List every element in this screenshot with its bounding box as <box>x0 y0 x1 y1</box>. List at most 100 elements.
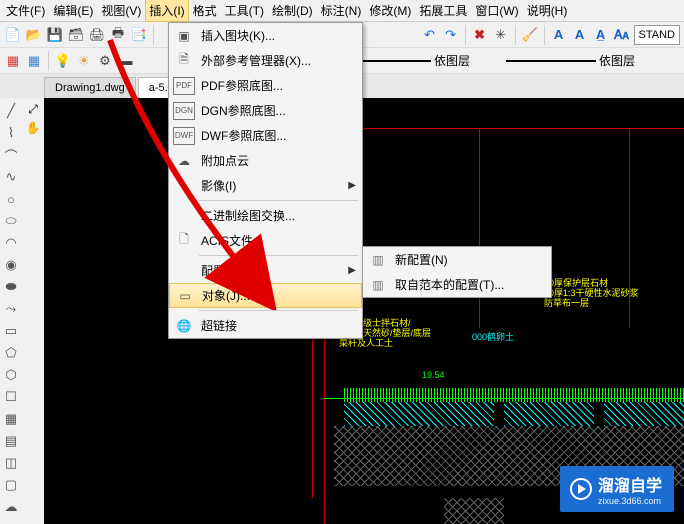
polygon-icon[interactable]: ⬠ <box>2 344 20 362</box>
submenu-arrow-icon: ▶ <box>348 180 356 191</box>
region-icon[interactable]: ◫ <box>2 454 20 472</box>
block-icon: ▣ <box>173 27 195 45</box>
gradient-icon[interactable]: ▤ <box>2 432 20 450</box>
menu-annotate[interactable]: 标注(N) <box>317 0 366 22</box>
fireworks-icon[interactable]: ✳ <box>492 26 510 44</box>
grass-hatch <box>344 388 684 402</box>
ellipse-icon[interactable]: ⬭ <box>2 212 20 230</box>
menu-pdf-underlay[interactable]: PDF PDF参照底图... <box>169 73 362 98</box>
annotation-text-3: 000鹤卵土 <box>472 330 514 343</box>
annotation-text-1: 00厚保护层石材 00厚1:3干硬性水泥砂浆 防草布一层 <box>544 278 639 308</box>
menu-binary-exchange[interactable]: 二进制绘图交换... <box>169 203 362 228</box>
text-check-icon[interactable]: A̲ <box>592 26 610 44</box>
menu-help[interactable]: 说明(H) <box>523 0 572 22</box>
menu-xref-manager[interactable]: 🗎 外部参考管理器(X)... <box>169 48 362 73</box>
acis-icon: 🗋 <box>173 232 195 250</box>
menu-attach-cloud[interactable]: ☁ 附加点云 <box>169 148 362 173</box>
drawing-canvas[interactable]: 00厚保护层石材 00厚1:3干硬性水泥砂浆 防草布一层 300厚级士拌石材/ … <box>44 98 684 524</box>
text-find-icon[interactable]: 🗛 <box>613 26 631 44</box>
menu-dgn-underlay[interactable]: DGN DGN参照底图... <box>169 98 362 123</box>
menu-view[interactable]: 视图(V) <box>97 0 145 22</box>
erase-icon[interactable]: 🧹 <box>521 26 539 44</box>
separator <box>199 310 358 311</box>
insert-menu-dropdown: ▣ 插入图块(K)... 🗎 外部参考管理器(X)... PDF PDF参照底图… <box>168 22 363 339</box>
dimension-text: 19.54 <box>422 370 445 380</box>
menu-format[interactable]: 格式 <box>189 0 221 22</box>
separator <box>515 25 516 45</box>
submenu-from-template[interactable]: ▥ 取自范本的配置(T)... <box>363 272 551 297</box>
menu-insert[interactable]: 插入(I) <box>145 0 188 22</box>
cloud-icon[interactable]: ☁ <box>2 498 20 516</box>
nav-icon[interactable]: ⤢ <box>28 102 38 117</box>
menu-draw[interactable]: 绘制(D) <box>268 0 317 22</box>
cyan-hatch <box>504 402 594 426</box>
line-sample-2 <box>506 60 596 62</box>
redo-icon[interactable]: ↷ <box>442 26 460 44</box>
wipeout-icon[interactable]: ▢ <box>2 476 20 494</box>
pan-icon[interactable]: ✋ <box>26 121 41 135</box>
arc-icon[interactable]: ⌒ <box>2 146 20 164</box>
red-line <box>479 128 480 328</box>
menu-layout[interactable]: 配置(W) ▶ <box>169 258 362 283</box>
menu-insert-block[interactable]: ▣ 插入图块(K)... <box>169 23 362 48</box>
box-icon[interactable]: ☐ <box>2 388 20 406</box>
menu-object[interactable]: ▭ 对象(J)... <box>169 283 362 308</box>
watermark-title: 溜溜自学 <box>598 478 662 495</box>
print-preview-icon[interactable]: 🖶 <box>109 26 127 44</box>
arc2-icon[interactable]: ◠ <box>2 234 20 252</box>
hatch-tool-icon[interactable]: ▦ <box>2 410 20 428</box>
circle-icon[interactable]: ○ <box>2 190 20 208</box>
menu-acis-file[interactable]: 🗋 ACIS文件... <box>169 228 362 253</box>
curve-icon[interactable]: ⤳ <box>2 300 20 318</box>
menu-edit[interactable]: 编辑(E) <box>49 0 97 22</box>
hatch2-icon[interactable]: ▦ <box>25 52 43 70</box>
hatch-icon[interactable]: ▦ <box>4 52 22 70</box>
rectangle-icon[interactable]: ▭ <box>2 322 20 340</box>
light-icon[interactable]: 💡 <box>54 52 72 70</box>
modify-toolbar: ⤢ ✋ <box>22 98 44 524</box>
ellipse2-icon[interactable]: ⬬ <box>2 278 20 296</box>
save-icon[interactable]: 💾 <box>46 26 64 44</box>
hyperlink-icon: 🌐 <box>173 317 195 335</box>
menu-extension[interactable]: 拓展工具 <box>415 0 471 22</box>
menu-file[interactable]: 文件(F) <box>2 0 49 22</box>
separator <box>199 255 358 256</box>
open-icon[interactable]: 📂 <box>25 26 43 44</box>
menu-window[interactable]: 窗口(W) <box>471 0 522 22</box>
print-icon[interactable]: 🖨 <box>88 26 106 44</box>
text-a2-icon[interactable]: A <box>571 26 589 44</box>
text-a-icon[interactable]: A <box>550 26 568 44</box>
layout-submenu: ▥ 新配置(N) ▥ 取自范本的配置(T)... <box>362 246 552 298</box>
cyan-hatch <box>604 402 684 426</box>
donut-icon[interactable]: ◉ <box>2 256 20 274</box>
saveall-icon[interactable]: 🗃 <box>67 26 85 44</box>
template-icon: ▥ <box>367 276 389 294</box>
new-layout-icon: ▥ <box>367 251 389 269</box>
sun-icon[interactable]: ☀ <box>75 52 93 70</box>
layer-label-1[interactable]: 依图层 <box>434 52 470 69</box>
tab-drawing1[interactable]: Drawing1.dwg <box>44 77 136 98</box>
separator <box>199 200 358 201</box>
menu-image[interactable]: 影像(I) ▶ <box>169 173 362 198</box>
publish-icon[interactable]: 📑 <box>130 26 148 44</box>
menu-modify[interactable]: 修改(M) <box>365 0 415 22</box>
new-icon[interactable]: 📄 <box>4 26 22 44</box>
spline-icon[interactable]: ∿ <box>2 168 20 186</box>
line-icon[interactable]: ╱ <box>2 102 20 120</box>
polyline-icon[interactable]: ⌇ <box>2 124 20 142</box>
layer-icon[interactable]: ▬ <box>117 52 135 70</box>
menu-tools[interactable]: 工具(T) <box>221 0 268 22</box>
menu-bar: 文件(F) 编辑(E) 视图(V) 插入(I) 格式 工具(T) 绘制(D) 标… <box>0 0 684 22</box>
text-style-field[interactable]: STAND <box>634 25 680 45</box>
pdf-icon: PDF <box>173 77 195 95</box>
gear-icon[interactable]: ⚙ <box>96 52 114 70</box>
image-icon <box>173 177 195 195</box>
undo-icon[interactable]: ↶ <box>421 26 439 44</box>
menu-dwf-underlay[interactable]: DWF DWF参照底图... <box>169 123 362 148</box>
submenu-new-layout[interactable]: ▥ 新配置(N) <box>363 247 551 272</box>
polygon2-icon[interactable]: ⬡ <box>2 366 20 384</box>
delete-icon[interactable]: ✖ <box>471 26 489 44</box>
cloud-attach-icon: ☁ <box>173 152 195 170</box>
menu-hyperlink[interactable]: 🌐 超链接 <box>169 313 362 338</box>
layer-label-2[interactable]: 依图层 <box>599 52 635 69</box>
